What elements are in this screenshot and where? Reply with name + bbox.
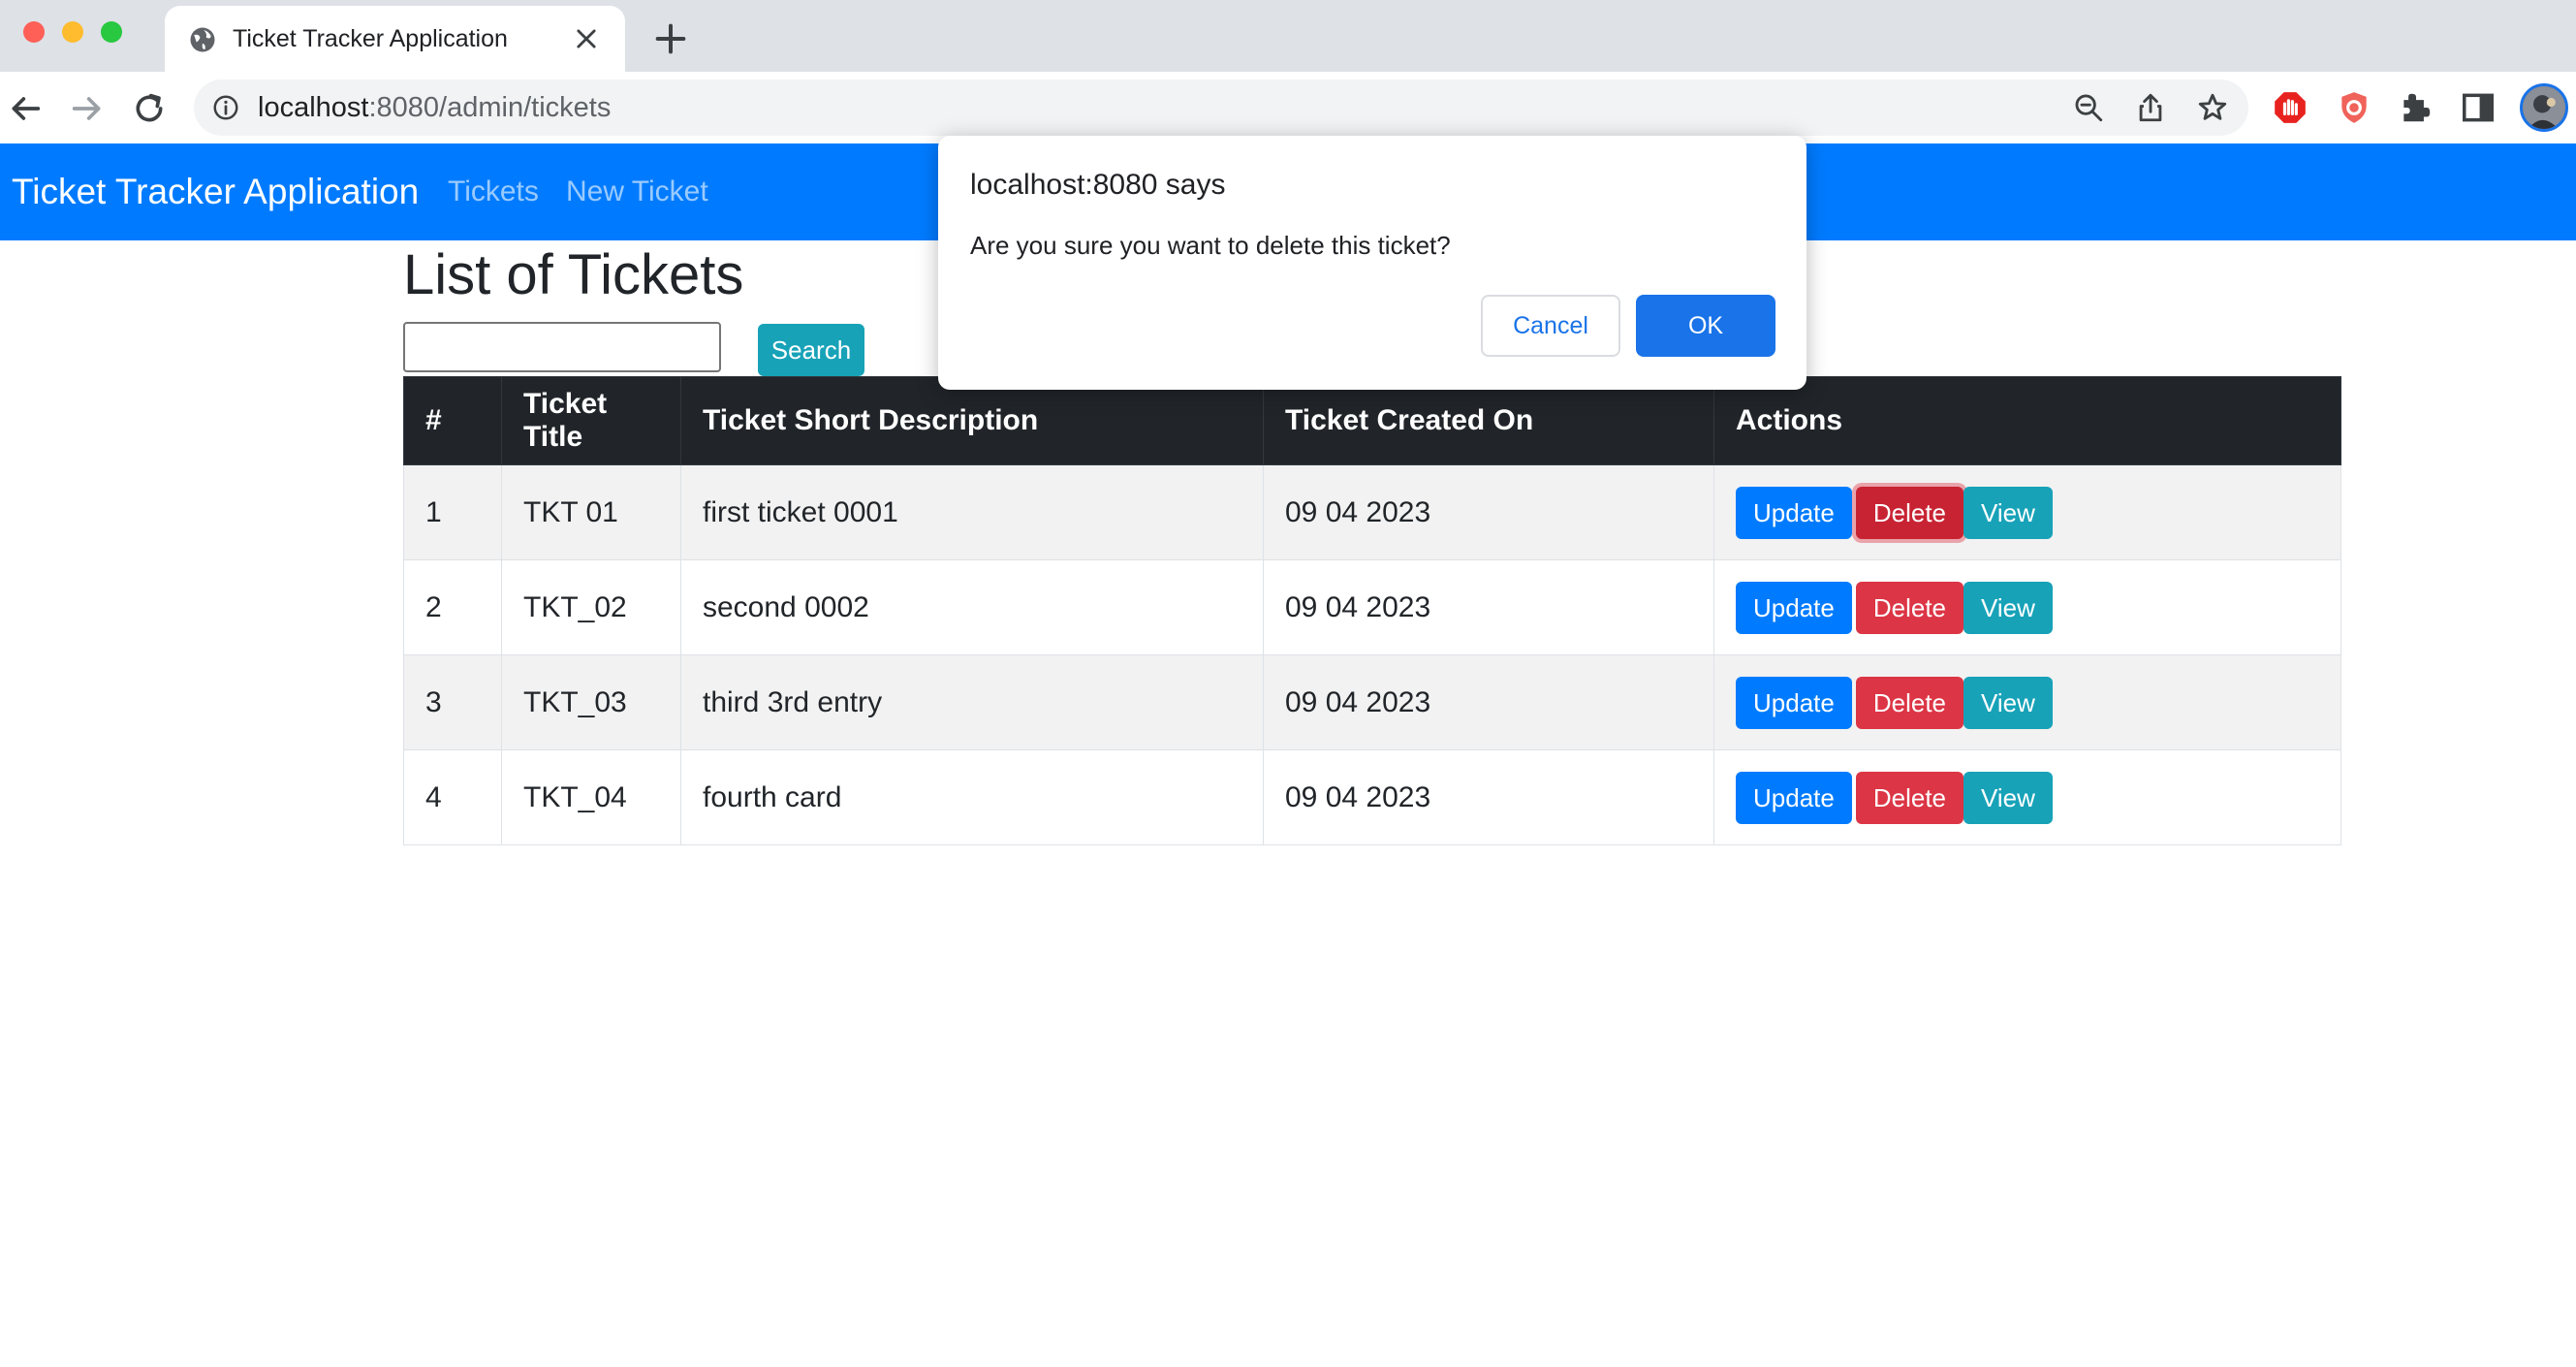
browser-toolbar: localhost:8080/admin/tickets [0, 72, 2576, 143]
nav-link-tickets[interactable]: Tickets [448, 143, 539, 240]
ok-button[interactable]: OK [1636, 295, 1775, 357]
ticket-description: fourth card [680, 749, 1264, 845]
ticket-number: 4 [403, 749, 502, 845]
info-icon[interactable] [211, 93, 240, 122]
tab-title: Ticket Tracker Application [233, 25, 508, 52]
ticket-number: 1 [403, 464, 502, 560]
new-tab-icon[interactable] [651, 19, 690, 58]
ticket-title: TKT 01 [501, 464, 681, 560]
ticket-created-on: 09 04 2023 [1263, 559, 1714, 655]
ticket-description: second 0002 [680, 559, 1264, 655]
delete-button[interactable]: Delete [1855, 771, 1963, 824]
reload-icon[interactable] [130, 89, 169, 128]
ticket-description: third 3rd entry [680, 654, 1264, 750]
close-icon[interactable] [573, 25, 600, 52]
globe-icon [190, 27, 215, 52]
profile-avatar[interactable] [2520, 83, 2568, 132]
dialog-message: Are you sure you want to delete this tic… [970, 231, 1451, 260]
search-button[interactable]: Search [758, 324, 864, 376]
ticket-title: TKT_03 [501, 654, 681, 750]
puzzle-extensions-icon[interactable] [2398, 89, 2435, 126]
column-header-actions: Actions [1713, 376, 2341, 465]
update-button[interactable]: Update [1736, 486, 1852, 539]
ticket-actions: Update Delete View [1713, 464, 2341, 560]
column-header-description: Ticket Short Description [680, 376, 1264, 465]
nav-link-new-ticket[interactable]: New Ticket [566, 143, 708, 240]
ticket-actions: Update Delete View [1713, 749, 2341, 845]
tickets-table: # Ticket Title Ticket Short Description … [403, 376, 2341, 845]
delete-button[interactable]: Delete [1855, 486, 1963, 539]
page-title: List of Tickets [403, 243, 744, 306]
delete-button[interactable]: Delete [1855, 581, 1963, 634]
ticket-number: 3 [403, 654, 502, 750]
forward-arrow-icon[interactable] [68, 89, 107, 128]
ticket-actions: Update Delete View [1713, 654, 2341, 750]
column-header-created-on: Ticket Created On [1263, 376, 1714, 465]
side-panel-icon[interactable] [2460, 89, 2497, 126]
ticket-title: TKT_02 [501, 559, 681, 655]
back-arrow-icon[interactable] [6, 89, 45, 128]
address-bar[interactable]: localhost:8080/admin/tickets [194, 79, 2248, 136]
table-row: 1 TKT 01 first ticket 0001 09 04 2023 Up… [403, 464, 2341, 560]
window-maximize-button[interactable] [101, 21, 122, 43]
ticket-created-on: 09 04 2023 [1263, 654, 1714, 750]
table-row: 3 TKT_03 third 3rd entry 09 04 2023 Upda… [403, 654, 2341, 750]
url-host: localhost [258, 92, 369, 123]
ticket-description: first ticket 0001 [680, 464, 1264, 560]
view-button[interactable]: View [1963, 486, 2053, 539]
ticket-number: 2 [403, 559, 502, 655]
url-path: :8080/admin/tickets [368, 92, 612, 123]
dialog-origin: localhost:8080 says [970, 169, 1226, 201]
column-header-number: # [403, 376, 502, 465]
browser-tabstrip: Ticket Tracker Application [0, 0, 2576, 72]
url-text: localhost:8080/admin/tickets [258, 79, 611, 136]
cancel-button[interactable]: Cancel [1481, 295, 1620, 357]
zoom-out-icon[interactable] [2072, 91, 2105, 124]
table-row: 2 TKT_02 second 0002 09 04 2023 Update De… [403, 559, 2341, 655]
update-button[interactable]: Update [1736, 676, 1852, 729]
delete-button[interactable]: Delete [1855, 676, 1963, 729]
ticket-created-on: 09 04 2023 [1263, 464, 1714, 560]
view-button[interactable]: View [1963, 771, 2053, 824]
view-button[interactable]: View [1963, 676, 2053, 729]
ticket-title: TKT_04 [501, 749, 681, 845]
table-header-row: # Ticket Title Ticket Short Description … [403, 376, 2341, 465]
search-input[interactable] [403, 322, 721, 372]
adblock-extension-icon[interactable] [2272, 89, 2309, 126]
update-button[interactable]: Update [1736, 581, 1852, 634]
navbar-brand[interactable]: Ticket Tracker Application [12, 143, 419, 240]
confirm-dialog: localhost:8080 says Are you sure you wan… [938, 136, 1806, 390]
bookmark-star-icon[interactable] [2196, 91, 2229, 124]
ticket-actions: Update Delete View [1713, 559, 2341, 655]
ticket-created-on: 09 04 2023 [1263, 749, 1714, 845]
window-close-button[interactable] [23, 21, 45, 43]
table-row: 4 TKT_04 fourth card 09 04 2023 Update De… [403, 749, 2341, 845]
update-button[interactable]: Update [1736, 771, 1852, 824]
window-minimize-button[interactable] [62, 21, 83, 43]
shield-extension-icon[interactable] [2336, 89, 2372, 126]
share-icon[interactable] [2134, 91, 2167, 124]
view-button[interactable]: View [1963, 581, 2053, 634]
column-header-title: Ticket Title [501, 376, 681, 465]
browser-tab[interactable]: Ticket Tracker Application [165, 6, 625, 72]
profile-photo-icon [2523, 86, 2565, 129]
